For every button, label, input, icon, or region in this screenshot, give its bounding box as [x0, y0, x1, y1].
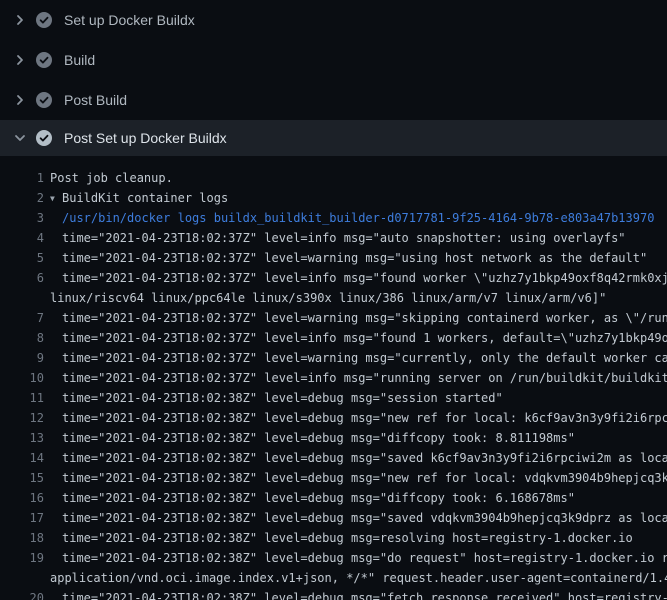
- log-line: 18 time="2021-04-23T18:02:38Z" level=debu…: [0, 528, 667, 548]
- log-command-text: /usr/bin/docker logs buildx_buildkit_bui…: [62, 208, 654, 228]
- log-line-text: time="2021-04-23T18:02:37Z" level=info m…: [62, 368, 667, 388]
- log-line-number[interactable]: 16: [0, 488, 44, 508]
- log-line-number: [0, 568, 44, 588]
- log-line-number[interactable]: 6: [0, 268, 44, 288]
- log-line-text: ▼BuildKit container logs: [50, 188, 228, 208]
- log-line-text: time="2021-04-23T18:02:37Z" level=info m…: [62, 268, 667, 288]
- log-line-number[interactable]: 4: [0, 228, 44, 248]
- log-line-number[interactable]: 1: [0, 168, 44, 188]
- log-line-text: time="2021-04-23T18:02:38Z" level=debug …: [62, 548, 667, 568]
- chevron-right-icon[interactable]: [12, 52, 28, 68]
- step-label: Post Set up Docker Buildx: [64, 130, 227, 146]
- step-row[interactable]: Build: [0, 40, 667, 80]
- log-line-number[interactable]: 18: [0, 528, 44, 548]
- log-line-text: time="2021-04-23T18:02:38Z" level=debug …: [62, 508, 667, 528]
- actions-log-viewer: Set up Docker Buildx Build Post Build Post …: [0, 0, 667, 600]
- log-line-number[interactable]: 10: [0, 368, 44, 388]
- log-line: 2 ▼BuildKit container logs: [0, 188, 667, 208]
- log-line-text: time="2021-04-23T18:02:38Z" level=debug …: [62, 528, 633, 548]
- log-line: 6 time="2021-04-23T18:02:37Z" level=info …: [0, 268, 667, 288]
- log-line-number[interactable]: 3: [0, 208, 44, 228]
- group-toggle-icon[interactable]: ▼: [50, 189, 62, 208]
- log-line-continuation: application/vnd.oci.image.index.v1+json,…: [0, 568, 667, 588]
- log-line: 20 time="2021-04-23T18:02:38Z" level=debu…: [0, 588, 667, 600]
- log-line-text: time="2021-04-23T18:02:38Z" level=debug …: [62, 428, 575, 448]
- log-line-text: time="2021-04-23T18:02:38Z" level=debug …: [62, 468, 667, 488]
- log-line: 11 time="2021-04-23T18:02:38Z" level=debu…: [0, 388, 667, 408]
- log-line: 17 time="2021-04-23T18:02:38Z" level=debu…: [0, 508, 667, 528]
- log-line-text: time="2021-04-23T18:02:37Z" level=warnin…: [62, 348, 667, 368]
- log-line-text: time="2021-04-23T18:02:37Z" level=info m…: [62, 228, 626, 248]
- check-circle-icon: [36, 12, 52, 28]
- log-line-number[interactable]: 8: [0, 328, 44, 348]
- log-line: 15 time="2021-04-23T18:02:38Z" level=debu…: [0, 468, 667, 488]
- log-line-text: time="2021-04-23T18:02:38Z" level=debug …: [62, 408, 667, 428]
- log-line: 9 time="2021-04-23T18:02:37Z" level=warni…: [0, 348, 667, 368]
- log-line-number[interactable]: 13: [0, 428, 44, 448]
- log-line-number[interactable]: 20: [0, 588, 44, 600]
- log-line-text: application/vnd.oci.image.index.v1+json,…: [50, 568, 667, 588]
- log-line-text: time="2021-04-23T18:02:38Z" level=debug …: [62, 448, 667, 468]
- log-line-text: linux/riscv64 linux/ppc64le linux/s390x …: [50, 288, 606, 308]
- chevron-down-icon[interactable]: [12, 130, 28, 146]
- log-line: 14 time="2021-04-23T18:02:38Z" level=debu…: [0, 448, 667, 468]
- log-line-number[interactable]: 7: [0, 308, 44, 328]
- log-line: 8 time="2021-04-23T18:02:37Z" level=info …: [0, 328, 667, 348]
- step-label: Build: [64, 52, 95, 68]
- group-title[interactable]: BuildKit container logs: [62, 191, 228, 205]
- log-line-continuation: linux/riscv64 linux/ppc64le linux/s390x …: [0, 288, 667, 308]
- log-area: 1 Post job cleanup. 2 ▼BuildKit container l…: [0, 156, 667, 600]
- step-row[interactable]: Post Set up Docker Buildx: [0, 120, 667, 156]
- log-line-number[interactable]: 11: [0, 388, 44, 408]
- chevron-right-icon[interactable]: [12, 12, 28, 28]
- log-line-number[interactable]: 15: [0, 468, 44, 488]
- log-line: 12 time="2021-04-23T18:02:38Z" level=debu…: [0, 408, 667, 428]
- log-line-text: time="2021-04-23T18:02:38Z" level=debug …: [62, 588, 667, 600]
- log-line: 13 time="2021-04-23T18:02:38Z" level=debu…: [0, 428, 667, 448]
- log-line-text: time="2021-04-23T18:02:37Z" level=info m…: [62, 328, 667, 348]
- log-line-number[interactable]: 9: [0, 348, 44, 368]
- log-line-text: time="2021-04-23T18:02:37Z" level=warnin…: [62, 308, 667, 328]
- log-line: 3/usr/bin/docker logs buildx_buildkit_bu…: [0, 208, 667, 228]
- log-line-number: [0, 288, 44, 308]
- log-line-text: time="2021-04-23T18:02:37Z" level=warnin…: [62, 248, 647, 268]
- step-label: Post Build: [64, 92, 127, 108]
- log-line: 5 time="2021-04-23T18:02:37Z" level=warni…: [0, 248, 667, 268]
- log-line: 19 time="2021-04-23T18:02:38Z" level=debu…: [0, 548, 667, 568]
- log-line: 4 time="2021-04-23T18:02:37Z" level=info …: [0, 228, 667, 248]
- step-label: Set up Docker Buildx: [64, 12, 195, 28]
- log-line-number[interactable]: 12: [0, 408, 44, 428]
- log-line-number[interactable]: 5: [0, 248, 44, 268]
- log-line-number[interactable]: 14: [0, 448, 44, 468]
- check-circle-icon: [36, 92, 52, 108]
- log-line-text: time="2021-04-23T18:02:38Z" level=debug …: [62, 388, 503, 408]
- log-line-text: Post job cleanup.: [50, 168, 173, 188]
- log-line: 7 time="2021-04-23T18:02:37Z" level=warni…: [0, 308, 667, 328]
- log-line-text: time="2021-04-23T18:02:38Z" level=debug …: [62, 488, 575, 508]
- log-line: 10 time="2021-04-23T18:02:37Z" level=info…: [0, 368, 667, 388]
- log-line: 1 Post job cleanup.: [0, 168, 667, 188]
- log-line-number[interactable]: 17: [0, 508, 44, 528]
- log-line-number[interactable]: 19: [0, 548, 44, 568]
- step-row[interactable]: Post Build: [0, 80, 667, 120]
- log-line: 16 time="2021-04-23T18:02:38Z" level=debu…: [0, 488, 667, 508]
- check-circle-icon: [36, 52, 52, 68]
- log-line-number[interactable]: 2: [0, 188, 44, 208]
- step-row[interactable]: Set up Docker Buildx: [0, 0, 667, 40]
- chevron-right-icon[interactable]: [12, 92, 28, 108]
- check-circle-icon: [36, 130, 52, 146]
- steps-list: Set up Docker Buildx Build Post Build Post …: [0, 0, 667, 156]
